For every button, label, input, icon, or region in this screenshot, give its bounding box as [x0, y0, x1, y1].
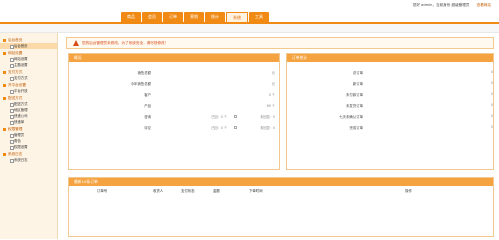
row-value: 未回复：0: [260, 126, 275, 130]
nav-tab-system[interactable]: 系统: [226, 12, 248, 22]
nav-tab-members[interactable]: 会员: [142, 12, 162, 22]
row-value: 元: [271, 82, 275, 86]
row-value: 未回复：0: [260, 115, 275, 119]
row-value: 0: [490, 81, 493, 85]
checkbox[interactable]: [234, 125, 237, 129]
nav-tab-tools[interactable]: 工具: [249, 12, 269, 22]
sidebar-item-logs[interactable]: 系统日志: [0, 157, 57, 163]
latest-orders-panel: 最新10条订单 订单号 收货人 支付状态 金额 下单时间 操作: [68, 177, 494, 237]
row-label: 未发货订单: [346, 104, 363, 108]
sidebar-item-platform[interactable]: 平台开放: [0, 88, 57, 94]
row-value: 0: [490, 70, 493, 74]
column-header: 支付状态: [181, 189, 195, 193]
main-nav: 商品 会员 订单 营销 统计 系统 工具: [121, 12, 270, 22]
order-stat-row: 七天未确认订单 0: [287, 112, 493, 121]
user-greeting: 您好 admin，当前身份 超级管理员: [412, 3, 470, 7]
overview-row: 今年销售总额 元: [69, 79, 279, 88]
sidebar-group-shipping: 配送方式 配送方式 地区管理 快递公司 快递单: [0, 95, 57, 125]
column-header: 收货人: [153, 189, 164, 193]
order-stats-panel: 订单统计 总订单 0 新订单 0 未付款订单 0 未发货订单 0 七天未确认订单…: [286, 53, 494, 170]
latest-orders-title: 最新10条订单: [69, 178, 493, 186]
sidebar-item-payment[interactable]: 支付方式: [0, 75, 57, 81]
nav-tab-goods[interactable]: 商品: [121, 12, 141, 22]
row-label: 未付款订单: [346, 93, 363, 97]
sidebar-group-platform: 开平台设置 平台开放: [0, 82, 57, 94]
nav-tab-stats[interactable]: 统计: [205, 12, 225, 22]
warning-icon: [73, 40, 79, 46]
row-value: 0: [490, 92, 493, 96]
row-value: 0 个: [268, 93, 275, 97]
sidebar-item-theme-settings[interactable]: 主题设置: [0, 62, 57, 68]
column-header: 下单时间: [249, 189, 263, 193]
sub-bar: [0, 24, 499, 33]
overview-row: 客户 0 个: [69, 90, 279, 99]
sidebar-item-home[interactable]: 后台首页: [0, 43, 57, 49]
latest-orders-header: 订单号 收货人 支付状态 金额 下单时间 操作: [69, 187, 493, 194]
sidebar: 后台首页 后台首页 网站设置 网站设置 主题设置 支付方式 支付方式 开平台设置…: [0, 33, 58, 239]
row-extra: 已回：0 个: [211, 115, 227, 119]
checkbox[interactable]: [234, 114, 237, 118]
row-label: 今年销售总额: [130, 82, 151, 86]
row-label: 七天未确认订单: [339, 115, 363, 119]
sidebar-group-home: 后台首页 后台首页: [0, 37, 57, 49]
column-header: 操作: [405, 189, 412, 193]
overview-row: 咨询 已回：0 个 未回复：0: [69, 112, 279, 121]
row-label: 咨询: [144, 115, 151, 119]
sidebar-item-waybill[interactable]: 快递单: [0, 119, 57, 125]
column-header: 金额: [213, 189, 220, 193]
order-stat-row: 总订单 0: [287, 68, 493, 77]
row-label: 总订单: [352, 71, 363, 75]
user-info: 您好 admin，当前身份 超级管理员 查看网站: [413, 3, 491, 8]
overview-title: 概况: [69, 54, 279, 62]
row-extra: 已回：0 个: [211, 126, 227, 130]
sidebar-item-permission-settings[interactable]: 权限设置: [0, 144, 57, 150]
nav-tab-orders[interactable]: 订单: [163, 12, 183, 22]
row-label: 完成订单: [349, 126, 363, 130]
overview-row: 销售总额 元: [69, 68, 279, 77]
sidebar-group-logs: 系统日志 系统日志: [0, 151, 57, 163]
row-label: 评论: [144, 126, 151, 130]
overview-row: 产品 69 个: [69, 101, 279, 110]
row-value: 0: [490, 103, 493, 107]
order-stat-row: 新订单 0: [287, 79, 493, 88]
row-label: 客户: [144, 93, 151, 97]
order-stat-row: 未付款订单 0: [287, 90, 493, 99]
nav-tab-marketing[interactable]: 营销: [184, 12, 204, 22]
row-label: 销售总额: [137, 71, 151, 75]
order-stat-row: 未发货订单 0: [287, 101, 493, 110]
row-value: 69 个: [266, 104, 275, 108]
view-site-link[interactable]: 查看网站: [477, 3, 491, 7]
row-label: 新订单: [352, 82, 363, 86]
row-value: 元: [271, 71, 275, 75]
column-header: 订单号: [97, 189, 108, 193]
order-stat-row: 完成订单 0: [287, 123, 493, 132]
sidebar-group-site: 网站设置 网站设置 主题设置: [0, 50, 57, 68]
top-bar: 商品 会员 订单 营销 统计 系统 工具 您好 admin，当前身份 超级管理员…: [0, 0, 499, 33]
overview-panel: 概况 销售总额 元 今年销售总额 元 客户 0 个 产品 69 个 咨询 已回：…: [68, 53, 280, 170]
alert-text: 您的后台管理员未修改，为了系统安全，请尽快修改！: [82, 41, 169, 45]
order-stats-title: 订单统计: [287, 54, 493, 62]
overview-row: 评论 已回：0 个 未回复：0: [69, 123, 279, 132]
row-label: 产品: [144, 104, 151, 108]
sidebar-group-payment: 支付方式 支付方式: [0, 69, 57, 81]
security-alert: 您的后台管理员未修改，为了系统安全，请尽快修改！: [66, 37, 494, 49]
row-value: 0: [490, 114, 493, 118]
row-value: 0: [490, 125, 493, 129]
sidebar-group-permissions: 权限管理 管理员 角色 权限设置: [0, 126, 57, 150]
